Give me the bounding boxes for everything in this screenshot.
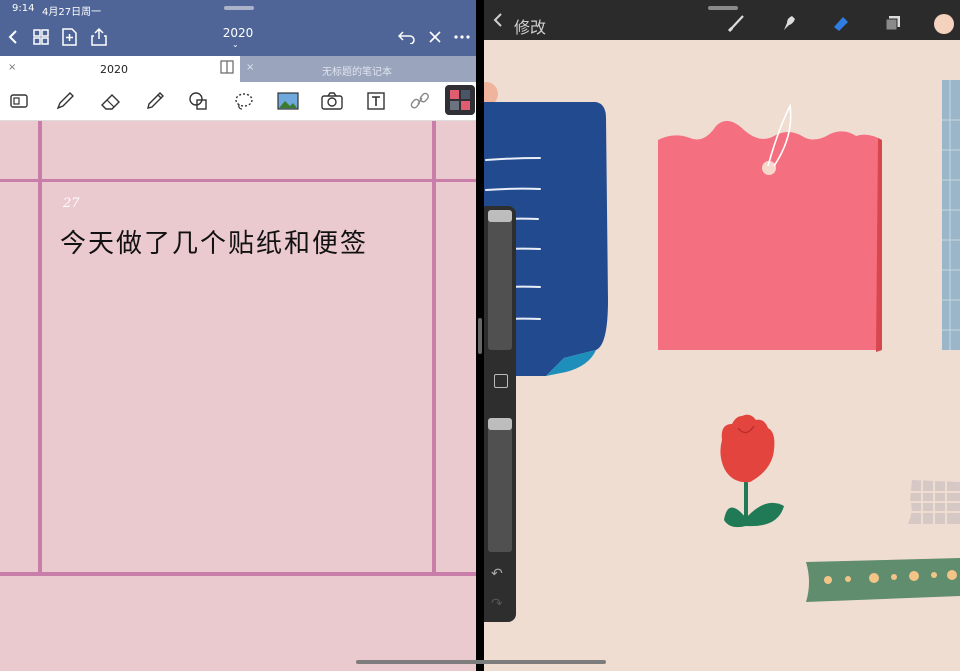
lasso-icon[interactable] bbox=[231, 88, 257, 114]
brush-size-thumb[interactable] bbox=[488, 210, 512, 222]
brush-icon[interactable] bbox=[726, 12, 748, 34]
layers-icon[interactable] bbox=[882, 12, 904, 34]
tab-2020[interactable]: × 2020 bbox=[0, 56, 241, 82]
color-swatch[interactable] bbox=[934, 14, 954, 34]
drawing-canvas[interactable] bbox=[484, 40, 960, 671]
image-icon[interactable] bbox=[275, 88, 301, 114]
highlighter-icon[interactable] bbox=[142, 88, 168, 114]
tab-close-icon[interactable]: × bbox=[8, 62, 16, 73]
share-icon[interactable] bbox=[88, 26, 110, 48]
brush-size-slider[interactable] bbox=[488, 210, 512, 350]
undo-icon[interactable]: ↶ bbox=[491, 566, 503, 582]
drawing-toolbar bbox=[0, 82, 476, 121]
title-chevron-icon[interactable]: ⌄ bbox=[232, 40, 239, 49]
link-icon[interactable] bbox=[407, 88, 433, 114]
tab-label: 无标题的笔记本 bbox=[322, 67, 392, 78]
more-icon[interactable] bbox=[451, 26, 473, 48]
add-page-icon[interactable] bbox=[58, 26, 80, 48]
blue-grid-sticker bbox=[942, 80, 960, 350]
document-title[interactable]: 2020 bbox=[208, 26, 268, 40]
shapes-icon[interactable] bbox=[186, 88, 212, 114]
pen-icon[interactable] bbox=[52, 88, 78, 114]
grid-fragment-sticker bbox=[908, 480, 960, 524]
tulip-sticker bbox=[720, 414, 784, 528]
split-view-icon[interactable] bbox=[220, 60, 234, 77]
modify-button-square[interactable] bbox=[494, 374, 508, 388]
opacity-thumb[interactable] bbox=[488, 418, 512, 430]
modify-button[interactable]: 修改 bbox=[514, 14, 546, 38]
back-icon[interactable] bbox=[2, 26, 24, 48]
drawing-top-bar: 修改 bbox=[484, 0, 960, 40]
eraser-icon[interactable] bbox=[830, 12, 852, 34]
brush-sidebar: ↶ ↷ bbox=[484, 206, 516, 622]
undo-icon[interactable] bbox=[396, 26, 418, 48]
page-border-line bbox=[0, 572, 476, 576]
grid-view-icon[interactable] bbox=[30, 26, 52, 48]
text-box-icon[interactable] bbox=[363, 88, 389, 114]
pink-tag-sticker bbox=[658, 103, 882, 352]
eraser-icon[interactable] bbox=[98, 88, 124, 114]
sticker-icon[interactable] bbox=[445, 85, 475, 115]
page-border-line bbox=[0, 179, 476, 182]
status-date: 4月27日周一 bbox=[42, 7, 102, 18]
back-icon[interactable] bbox=[492, 12, 504, 32]
split-view-handle[interactable] bbox=[478, 318, 482, 354]
page-view-icon[interactable] bbox=[6, 88, 32, 114]
tab-untitled-notebook[interactable]: × 无标题的笔记本 bbox=[240, 56, 476, 82]
status-time: 9:14 bbox=[12, 3, 35, 14]
opacity-slider[interactable] bbox=[488, 418, 512, 552]
note-page[interactable]: 27 今天做了几个贴纸和便签 bbox=[0, 121, 476, 671]
redo-icon[interactable]: ↷ bbox=[491, 596, 503, 612]
camera-icon[interactable] bbox=[319, 88, 345, 114]
smudge-icon[interactable] bbox=[778, 12, 800, 34]
multitask-grabber[interactable] bbox=[224, 6, 254, 10]
handwritten-date: 27 bbox=[63, 196, 80, 211]
page-border-line bbox=[432, 121, 436, 576]
notebook-tab-bar: × 2020 × 无标题的笔记本 bbox=[0, 56, 476, 82]
washi-tape-sticker bbox=[806, 558, 960, 602]
home-indicator[interactable] bbox=[356, 660, 606, 664]
drawing-app-pane: 修改 ↶ ↷ bbox=[484, 0, 960, 671]
notes-nav-bar: 2020 ⌄ bbox=[0, 6, 476, 56]
close-icon[interactable] bbox=[424, 26, 446, 48]
page-border-line bbox=[38, 121, 42, 576]
notes-app-pane: 9:14 4月27日周一 2020 ⌄ × 2020 × 无标题的笔记本 27 … bbox=[0, 0, 476, 671]
multitask-grabber[interactable] bbox=[708, 6, 738, 10]
handwritten-text: 今天做了几个贴纸和便签 bbox=[60, 229, 369, 259]
tab-label: 2020 bbox=[100, 63, 128, 76]
tab-close-icon[interactable]: × bbox=[246, 62, 254, 73]
